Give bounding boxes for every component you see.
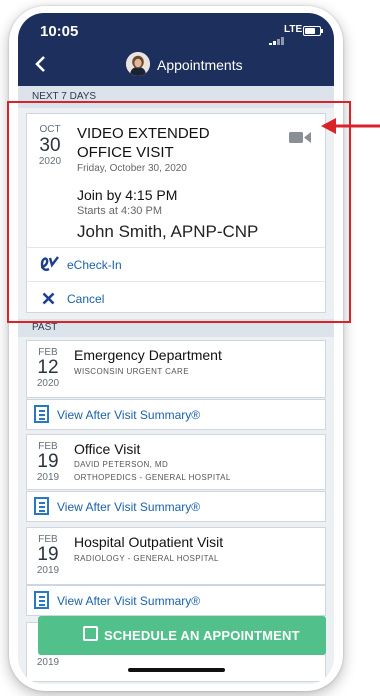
video-camera-icon — [289, 132, 311, 143]
date-year: 2020 — [38, 156, 62, 167]
avs-link[interactable]: View After Visit Summary® — [57, 500, 200, 514]
date-day: 19 — [37, 544, 59, 565]
appointment-title: Emergency Department — [74, 347, 222, 363]
join-by-time: 4:15 PM — [125, 187, 178, 203]
phone-frame: 10:05 LTE Appointments NEXT 7 DAYS OCT 3… — [9, 6, 343, 691]
start-time: Starts at 4:30 PM — [77, 205, 162, 217]
back-chevron-icon[interactable] — [32, 54, 50, 74]
appointment-title: Office Visit — [74, 441, 141, 457]
document-list-icon — [34, 497, 49, 515]
date-year: 2019 — [36, 472, 60, 483]
section-header-past: PAST — [18, 319, 334, 337]
appointment-title-line1: VIDEO EXTENDED — [77, 125, 210, 142]
cancel-row[interactable]: Cancel — [27, 281, 325, 314]
past-appointment-card[interactable]: FEB 12 2020 Emergency Department WISCONS… — [26, 340, 326, 398]
page-title: Appointments — [157, 57, 243, 73]
date-day: 12 — [37, 357, 59, 378]
upcoming-appointment-card[interactable]: OCT 30 2020 VIDEO EXTENDED OFFICE VISIT … — [26, 113, 326, 313]
view-after-visit-summary-button[interactable]: View After Visit Summary® — [26, 585, 326, 616]
appointment-location: RADIOLOGY - GENERAL HOSPITAL — [74, 554, 219, 563]
callout-arrow-icon — [321, 118, 380, 134]
date-year: 2020 — [36, 378, 60, 389]
calendar-icon — [83, 626, 98, 641]
provider-name: John Smith, APNP-CNP — [77, 222, 259, 241]
join-by: Join by 4:15 PM — [77, 187, 177, 203]
appointment-full-date: Friday, October 30, 2020 — [77, 163, 187, 174]
document-list-icon — [34, 591, 49, 609]
user-avatar[interactable] — [126, 52, 150, 76]
echeck-in-row[interactable]: eCheck-In — [27, 247, 325, 282]
phone-screen: 10:05 LTE Appointments NEXT 7 DAYS OCT 3… — [18, 13, 334, 684]
echeck-in-icon — [40, 256, 59, 271]
status-time: 10:05 — [40, 23, 79, 40]
appointment-title: Hospital Outpatient Visit — [74, 534, 224, 550]
echeck-in-link[interactable]: eCheck-In — [67, 258, 122, 272]
appointment-provider: DAVID PETERSON, MD — [74, 460, 169, 469]
schedule-appointment-button[interactable]: SCHEDULE AN APPOINTMENT — [38, 616, 326, 655]
schedule-button-label: SCHEDULE AN APPOINTMENT — [104, 628, 300, 643]
status-bar: 10:05 LTE — [18, 13, 334, 46]
date-day: 19 — [37, 451, 59, 472]
network-label: LTE — [284, 24, 303, 35]
avs-link[interactable]: View After Visit Summary® — [57, 408, 200, 422]
past-appointment-card[interactable]: FEB 19 2019 Office Visit DAVID PETERSON,… — [26, 434, 326, 490]
date-day: 30 — [39, 135, 61, 156]
join-by-label: Join by — [77, 187, 122, 203]
signal-icon — [269, 28, 285, 46]
appointment-location: WISCONSIN URGENT CARE — [74, 367, 189, 376]
nav-bar: Appointments — [18, 45, 334, 86]
avs-link[interactable]: View After Visit Summary® — [57, 594, 200, 608]
view-after-visit-summary-button[interactable]: View After Visit Summary® — [26, 399, 326, 430]
appointment-location: ORTHOPEDICS - GENERAL HOSPITAL — [74, 473, 231, 482]
document-list-icon — [34, 405, 49, 423]
date-year: 2019 — [36, 657, 60, 668]
cancel-x-icon — [42, 292, 55, 305]
section-header-next-7-days: NEXT 7 DAYS — [18, 86, 334, 108]
appointment-title-line2: OFFICE VISIT — [77, 144, 174, 161]
home-indicator — [128, 668, 225, 672]
battery-icon — [303, 26, 323, 36]
date-year: 2019 — [36, 565, 60, 576]
cancel-link[interactable]: Cancel — [67, 292, 104, 306]
date-month: OCT — [39, 124, 61, 135]
view-after-visit-summary-button[interactable]: View After Visit Summary® — [26, 491, 326, 522]
past-appointment-card[interactable]: FEB 19 2019 Hospital Outpatient Visit RA… — [26, 527, 326, 585]
